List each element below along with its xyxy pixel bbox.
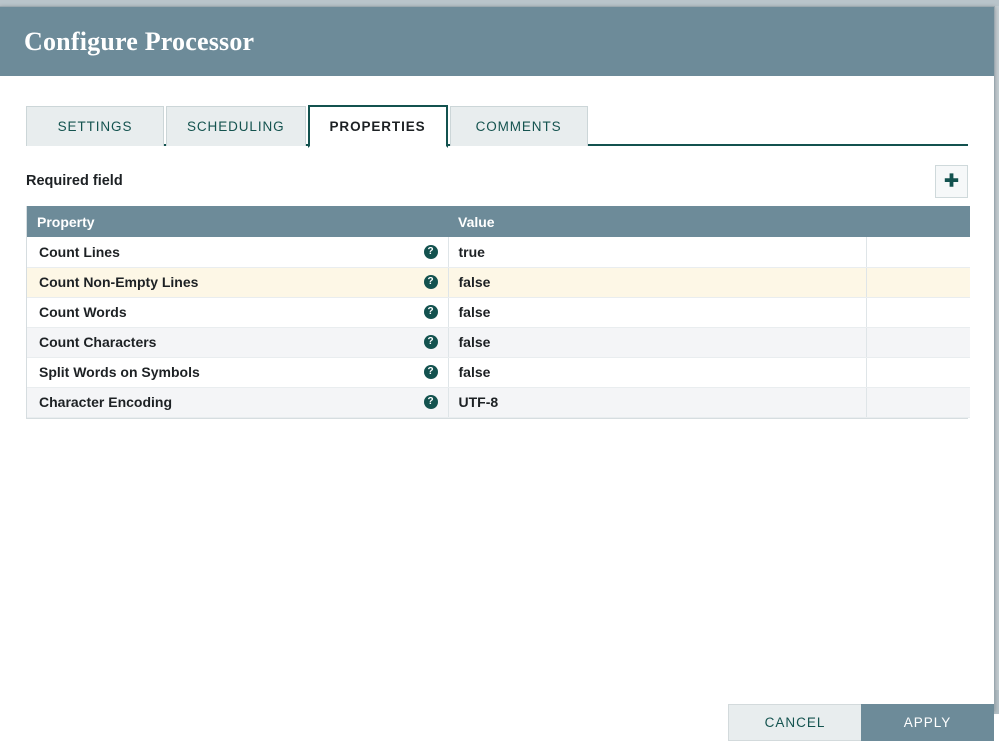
configure-processor-dialog: Configure Processor SETTINGS SCHEDULING … <box>0 6 995 711</box>
table-row[interactable]: Character Encoding ? UTF-8 <box>27 387 970 417</box>
property-value[interactable]: false <box>459 364 491 380</box>
properties-table: Property Value Count Lines ? <box>27 206 970 418</box>
tab-label: COMMENTS <box>476 119 562 134</box>
property-name: Character Encoding <box>39 394 172 410</box>
add-property-button[interactable] <box>935 165 968 198</box>
column-header-value[interactable]: Value <box>448 206 866 237</box>
property-extra-cell[interactable] <box>866 387 970 417</box>
column-header-extra[interactable] <box>866 206 970 237</box>
properties-table-header: Property Value <box>27 206 970 237</box>
tab-label: SETTINGS <box>58 119 133 134</box>
property-name-cell[interactable]: Count Characters ? <box>27 327 448 357</box>
tab-strip: SETTINGS SCHEDULING PROPERTIES COMMENTS <box>26 105 968 146</box>
apply-button-label: APPLY <box>904 715 952 730</box>
table-row[interactable]: Count Characters ? false <box>27 327 970 357</box>
help-icon[interactable]: ? <box>424 275 438 289</box>
property-value-cell[interactable]: false <box>448 327 866 357</box>
property-name-cell[interactable]: Count Non-Empty Lines ? <box>27 267 448 297</box>
tab-label: SCHEDULING <box>187 119 285 134</box>
page-title: Configure Processor <box>24 27 254 57</box>
property-value-cell[interactable]: UTF-8 <box>448 387 866 417</box>
table-row[interactable]: Count Non-Empty Lines ? false <box>27 267 970 297</box>
help-icon[interactable]: ? <box>424 305 438 319</box>
help-icon[interactable]: ? <box>424 245 438 259</box>
property-extra-cell[interactable] <box>866 267 970 297</box>
property-name: Count Lines <box>39 244 120 260</box>
property-name-cell[interactable]: Count Lines ? <box>27 237 448 267</box>
property-value-cell[interactable]: false <box>448 267 866 297</box>
property-name-cell[interactable]: Character Encoding ? <box>27 387 448 417</box>
property-value[interactable]: true <box>459 244 485 260</box>
property-extra-cell[interactable] <box>866 357 970 387</box>
property-value[interactable]: false <box>459 304 491 320</box>
dialog-titlebar: Configure Processor <box>0 7 994 76</box>
property-value-cell[interactable]: true <box>448 237 866 267</box>
tab-properties[interactable]: PROPERTIES <box>308 105 448 148</box>
property-extra-cell[interactable] <box>866 327 970 357</box>
required-field-row: Required field <box>26 162 968 200</box>
property-name: Split Words on Symbols <box>39 364 200 380</box>
tab-label: PROPERTIES <box>330 119 426 134</box>
property-name: Count Characters <box>39 334 156 350</box>
table-header-row: Property Value <box>27 206 970 237</box>
tab-settings[interactable]: SETTINGS <box>26 106 164 146</box>
property-value[interactable]: UTF-8 <box>459 394 499 410</box>
dialog-footer: CANCEL APPLY <box>728 704 994 741</box>
properties-table-body: Count Lines ? true <box>27 237 970 417</box>
apply-button[interactable]: APPLY <box>861 704 994 741</box>
property-value[interactable]: false <box>459 274 491 290</box>
property-value-cell[interactable]: false <box>448 357 866 387</box>
property-value-cell[interactable]: false <box>448 297 866 327</box>
property-name-cell[interactable]: Count Words ? <box>27 297 448 327</box>
cancel-button[interactable]: CANCEL <box>728 704 861 741</box>
plus-icon <box>942 172 961 191</box>
help-icon[interactable]: ? <box>424 395 438 409</box>
required-field-label: Required field <box>26 173 123 189</box>
cancel-button-label: CANCEL <box>765 715 826 730</box>
tab-comments[interactable]: COMMENTS <box>450 106 588 146</box>
column-header-property[interactable]: Property <box>27 206 448 237</box>
property-name: Count Words <box>39 304 127 320</box>
property-extra-cell[interactable] <box>866 297 970 327</box>
property-name: Count Non-Empty Lines <box>39 274 198 290</box>
help-icon[interactable]: ? <box>424 365 438 379</box>
property-name-cell[interactable]: Split Words on Symbols ? <box>27 357 448 387</box>
table-row[interactable]: Split Words on Symbols ? false <box>27 357 970 387</box>
property-extra-cell[interactable] <box>866 237 970 267</box>
tab-scheduling[interactable]: SCHEDULING <box>166 106 306 146</box>
table-row[interactable]: Count Words ? false <box>27 297 970 327</box>
help-icon[interactable]: ? <box>424 335 438 349</box>
properties-table-container: Property Value Count Lines ? <box>26 206 968 419</box>
property-value[interactable]: false <box>459 334 491 350</box>
table-row[interactable]: Count Lines ? true <box>27 237 970 267</box>
dialog-body: SETTINGS SCHEDULING PROPERTIES COMMENTS … <box>0 105 994 741</box>
